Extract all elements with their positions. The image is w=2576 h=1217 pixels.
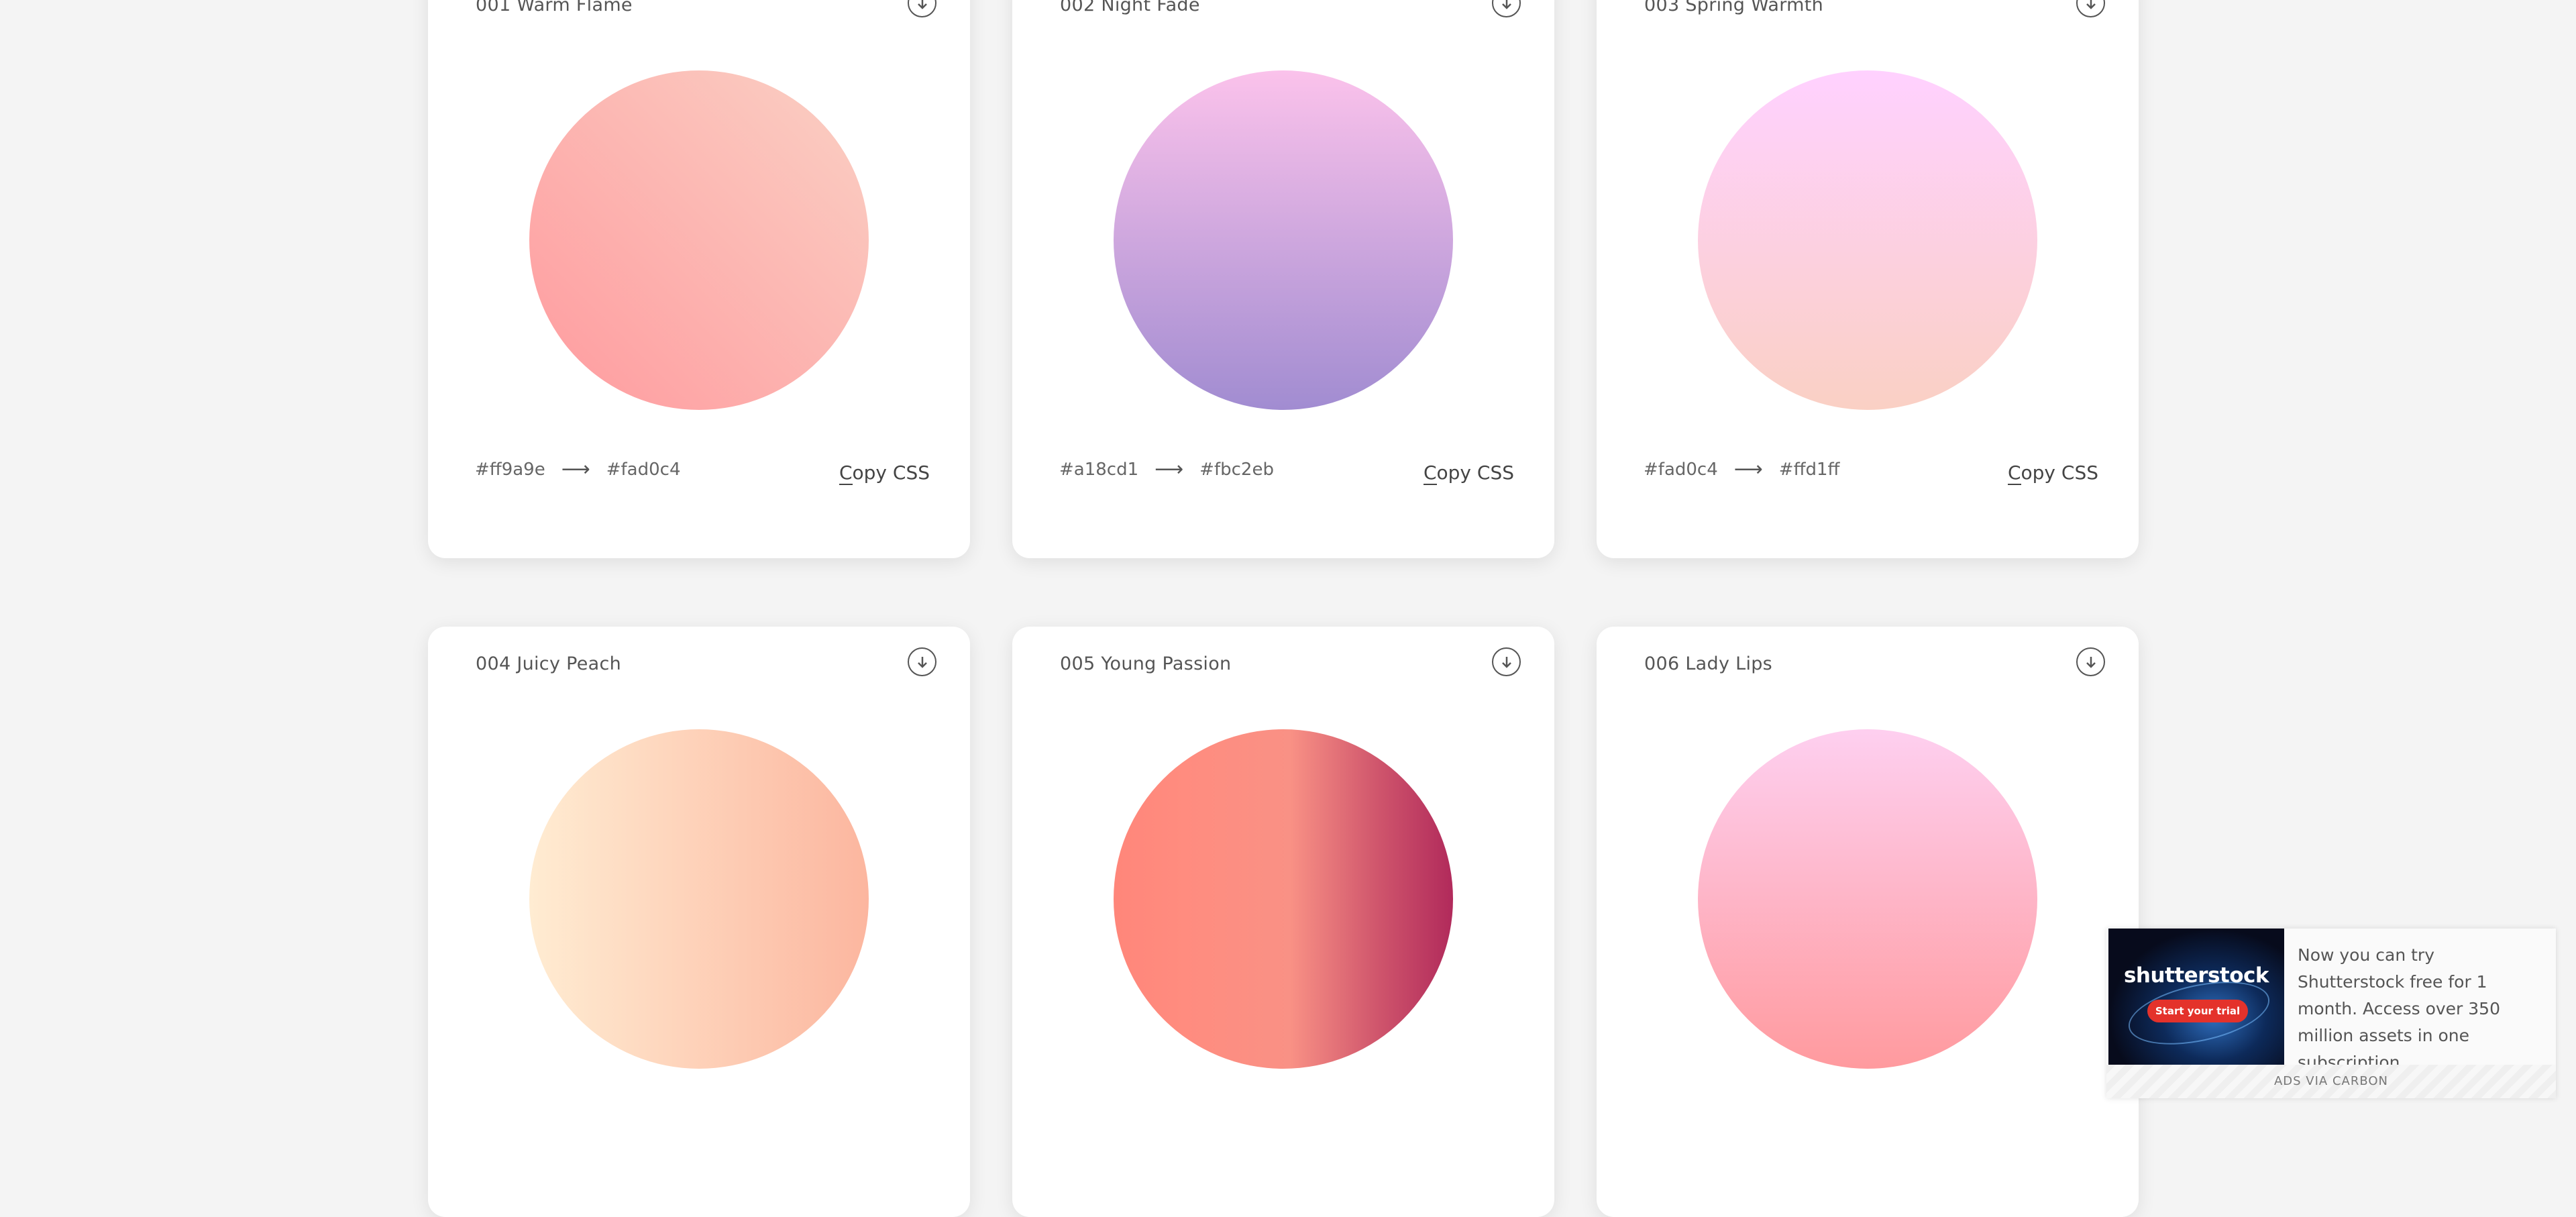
color-from[interactable]: #ff9a9e xyxy=(475,460,545,480)
gradient-title: 004 Juicy Peach xyxy=(476,653,622,674)
gradient-title: 001 Warm Flame xyxy=(476,0,633,15)
color-from[interactable]: #a18cd1 xyxy=(1059,460,1138,480)
download-icon[interactable] xyxy=(1492,0,1521,17)
download-icon[interactable] xyxy=(2076,0,2105,17)
gradient-preview[interactable] xyxy=(529,729,869,1069)
copy-css-button[interactable]: Copy CSS xyxy=(2007,462,2098,485)
gradient-title: 006 Lady Lips xyxy=(1644,653,1773,674)
arrow-icon: ⟶ xyxy=(1733,458,1763,481)
gradient-preview[interactable] xyxy=(1114,729,1453,1069)
color-codes: #a18cd1 ⟶ #fbc2eb xyxy=(1059,458,1274,481)
color-to[interactable]: #fbc2eb xyxy=(1199,460,1274,480)
gradient-preview[interactable] xyxy=(1698,729,2037,1069)
gradient-title: 003 Spring Warmth xyxy=(1644,0,1824,15)
gradient-preview[interactable] xyxy=(1698,70,2037,410)
arrow-icon: ⟶ xyxy=(1155,458,1184,481)
ad-text[interactable]: Now you can try Shutterstock free for 1 … xyxy=(2298,942,2542,1076)
color-from[interactable]: #fad0c4 xyxy=(1644,460,1718,480)
gradient-card: 005 Young Passion xyxy=(1012,627,1554,1217)
shutterstock-logo: shutterstock xyxy=(2123,963,2269,988)
gradient-card: 006 Lady Lips xyxy=(1597,627,2139,1217)
gradient-title: 005 Young Passion xyxy=(1060,653,1232,674)
gradient-card: 002 Night Fade #a18cd1 ⟶ #fbc2eb Copy CS… xyxy=(1012,0,1554,558)
color-codes: #ff9a9e ⟶ #fad0c4 xyxy=(475,458,681,481)
gradient-card: 003 Spring Warmth #fad0c4 ⟶ #ffd1ff Copy… xyxy=(1597,0,2139,558)
download-icon[interactable] xyxy=(1492,647,1521,676)
color-codes: #fad0c4 ⟶ #ffd1ff xyxy=(1644,458,1839,481)
download-icon[interactable] xyxy=(908,0,936,17)
ads-via-carbon-link[interactable]: ADS VIA CARBON xyxy=(2106,1065,2556,1098)
gradient-title: 002 Night Fade xyxy=(1060,0,1200,15)
gradient-preview[interactable] xyxy=(529,70,869,410)
ad-image[interactable]: shutterstock Start your trial xyxy=(2108,929,2284,1065)
download-icon[interactable] xyxy=(2076,647,2105,676)
gradient-preview[interactable] xyxy=(1114,70,1453,410)
copy-css-button[interactable]: Copy CSS xyxy=(839,462,930,485)
gradient-card: 004 Juicy Peach xyxy=(428,627,970,1217)
color-to[interactable]: #ffd1ff xyxy=(1779,460,1840,480)
carbon-ad[interactable]: shutterstock Start your trial Now you ca… xyxy=(2106,929,2556,1098)
color-to[interactable]: #fad0c4 xyxy=(606,460,681,480)
copy-css-button[interactable]: Copy CSS xyxy=(1423,462,1514,485)
gradient-card: 001 Warm Flame #ff9a9e ⟶ #fad0c4 Copy CS… xyxy=(428,0,970,558)
arrow-icon: ⟶ xyxy=(561,458,590,481)
start-trial-button[interactable]: Start your trial xyxy=(2147,1000,2248,1022)
download-icon[interactable] xyxy=(908,647,936,676)
